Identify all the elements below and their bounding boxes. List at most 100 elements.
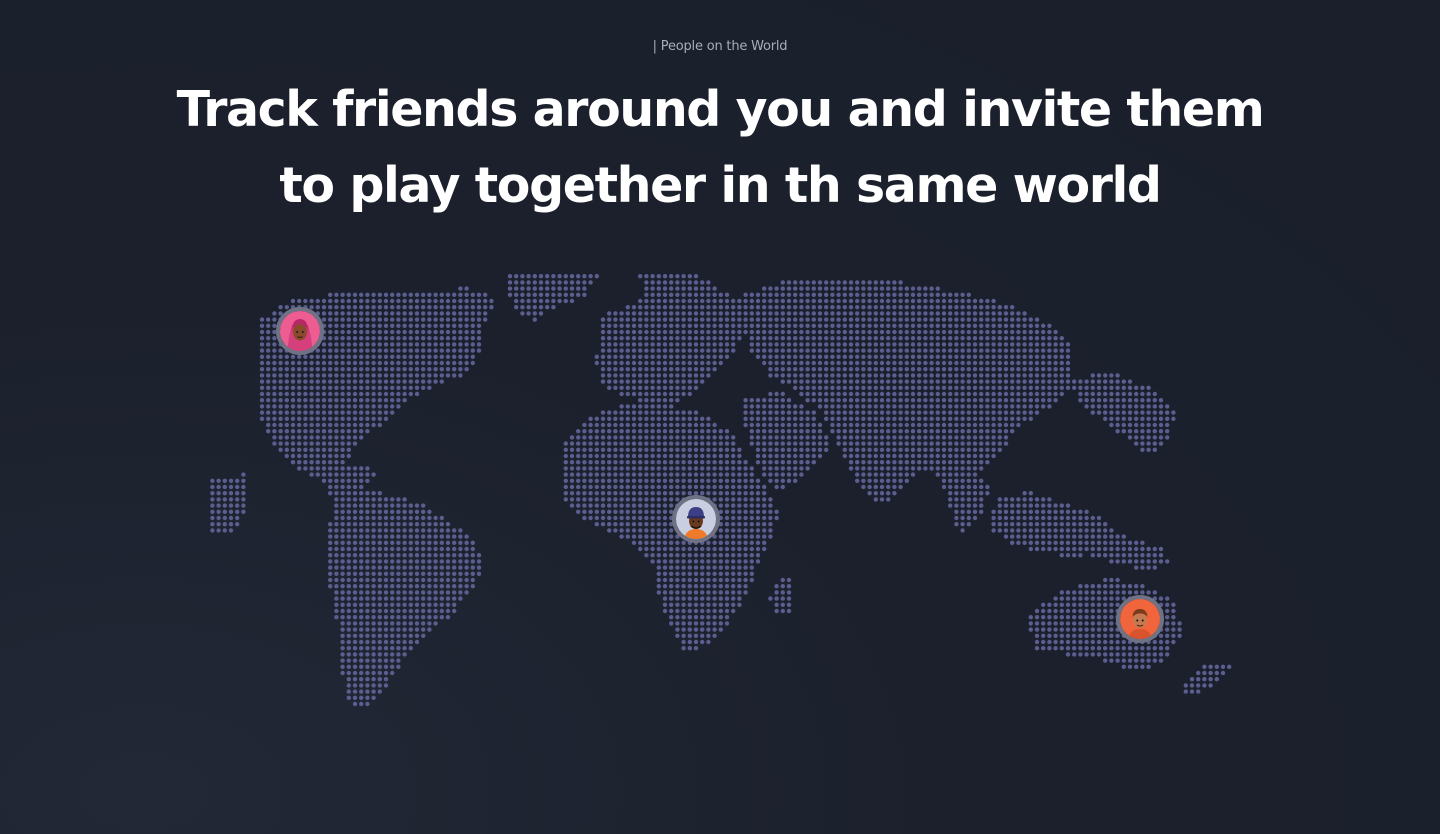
map-dot bbox=[421, 373, 426, 378]
map-dot bbox=[644, 292, 649, 297]
map-dot bbox=[414, 311, 420, 316]
map-dot bbox=[749, 503, 754, 508]
map-dot bbox=[867, 453, 872, 459]
map-dot bbox=[669, 472, 674, 477]
map-dot bbox=[1196, 689, 1201, 694]
map-dot bbox=[867, 373, 872, 378]
map-dot bbox=[1140, 410, 1145, 415]
avatar-pin-australia[interactable] bbox=[1116, 595, 1164, 643]
map-dot bbox=[1003, 354, 1009, 359]
map-dot bbox=[755, 298, 761, 304]
map-dot bbox=[1010, 305, 1015, 310]
map-dot bbox=[662, 571, 668, 576]
map-dot bbox=[1090, 621, 1096, 626]
map-dot bbox=[303, 379, 308, 384]
map-dot bbox=[954, 379, 959, 384]
map-dot bbox=[762, 404, 767, 409]
map-dot bbox=[693, 621, 699, 626]
map-dot bbox=[768, 447, 773, 452]
map-dot bbox=[321, 360, 327, 366]
map-dot bbox=[371, 596, 376, 601]
map-dot bbox=[371, 422, 376, 428]
map-dot bbox=[935, 404, 940, 409]
map-dot bbox=[669, 305, 674, 310]
map-dot bbox=[315, 472, 320, 477]
map-dot bbox=[935, 317, 940, 322]
map-dot bbox=[799, 280, 804, 285]
map-dot bbox=[1028, 621, 1034, 626]
map-dot bbox=[855, 391, 860, 397]
map-dot bbox=[421, 317, 426, 322]
map-dot bbox=[371, 391, 376, 397]
map-dot bbox=[1022, 311, 1027, 316]
map-dot bbox=[749, 534, 754, 539]
map-dot bbox=[340, 317, 345, 322]
map-dot bbox=[960, 416, 965, 421]
map-dot bbox=[346, 695, 351, 700]
map-dot bbox=[334, 354, 339, 359]
map-dot bbox=[1127, 559, 1133, 564]
map-dot bbox=[1158, 422, 1164, 428]
map-dot bbox=[898, 404, 903, 409]
avatar-pin-africa[interactable] bbox=[672, 495, 720, 543]
map-dot bbox=[371, 670, 376, 676]
map-dot bbox=[328, 577, 333, 583]
map-dot bbox=[439, 354, 444, 359]
map-dot bbox=[861, 429, 866, 434]
map-dot bbox=[340, 385, 345, 390]
map-dot bbox=[749, 336, 754, 341]
map-dot bbox=[1003, 522, 1009, 527]
avatar-pin-north-america[interactable] bbox=[276, 307, 324, 355]
map-dot bbox=[631, 404, 637, 409]
map-dot bbox=[377, 515, 382, 521]
map-dot bbox=[359, 385, 364, 390]
map-dot bbox=[359, 565, 364, 570]
map-dot bbox=[631, 515, 637, 521]
map-dot bbox=[414, 534, 420, 539]
map-dot bbox=[1016, 416, 1021, 421]
map-dot bbox=[1041, 528, 1046, 533]
map-dot bbox=[886, 323, 891, 328]
map-dot bbox=[836, 391, 841, 397]
map-dot bbox=[315, 453, 320, 459]
map-dot bbox=[340, 621, 345, 626]
map-dot bbox=[1059, 596, 1065, 601]
map-dot bbox=[941, 404, 947, 409]
map-dot bbox=[991, 323, 996, 328]
map-dot bbox=[600, 491, 606, 496]
map-dot bbox=[334, 509, 339, 514]
map-dot bbox=[1165, 435, 1170, 440]
map-dot bbox=[1115, 559, 1120, 564]
map-dot bbox=[855, 323, 860, 328]
map-dot bbox=[743, 317, 748, 322]
map-dot bbox=[848, 441, 854, 446]
map-dot bbox=[687, 478, 692, 483]
map-dot bbox=[693, 615, 699, 620]
map-dot bbox=[718, 615, 723, 620]
map-dot bbox=[1158, 646, 1164, 651]
map-dot bbox=[594, 422, 599, 428]
map-dot bbox=[396, 404, 401, 409]
map-dot bbox=[476, 336, 482, 341]
map-dot bbox=[1053, 509, 1058, 514]
map-dot bbox=[644, 398, 649, 403]
map-dot bbox=[464, 553, 469, 558]
map-dot bbox=[520, 305, 525, 310]
map-dot bbox=[755, 317, 761, 322]
map-dot bbox=[917, 416, 922, 421]
map-dot bbox=[607, 503, 612, 508]
map-dot bbox=[669, 379, 674, 384]
map-dot bbox=[786, 323, 792, 328]
map-dot bbox=[1053, 342, 1058, 347]
map-dot bbox=[402, 391, 407, 397]
map-dot bbox=[1010, 373, 1015, 378]
map-dot bbox=[402, 553, 407, 558]
map-dot bbox=[402, 608, 407, 614]
map-dot bbox=[1047, 515, 1052, 521]
map-dot bbox=[371, 615, 376, 620]
map-dot bbox=[1121, 429, 1127, 434]
map-dot bbox=[1127, 404, 1133, 409]
map-dot bbox=[948, 373, 953, 378]
map-dot bbox=[662, 416, 668, 421]
map-dot bbox=[1065, 590, 1071, 595]
